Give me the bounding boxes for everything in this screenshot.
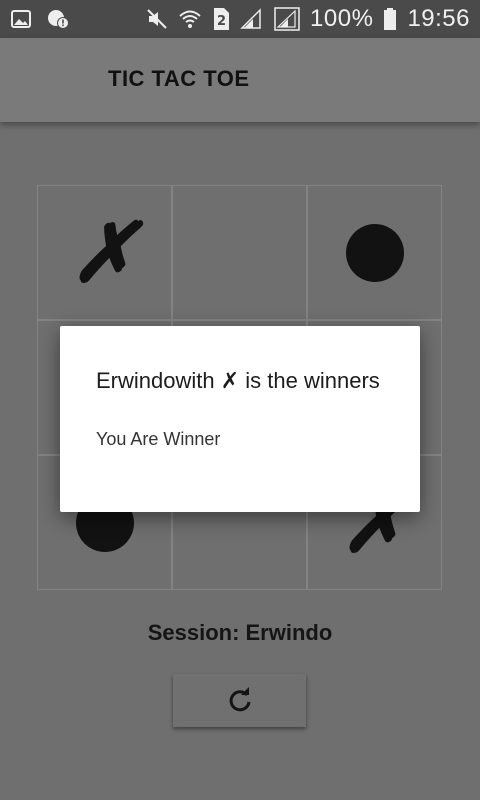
- x-mark: ✗: [70, 204, 139, 301]
- page-title: TIC TAC TOE: [108, 66, 250, 91]
- refresh-icon: [226, 686, 254, 715]
- app-bar: TIC TAC TOE: [0, 38, 480, 122]
- signal-icon: [274, 7, 300, 31]
- winner-dialog: Erwindowith ✗ is the winners You Are Win…: [60, 326, 420, 512]
- battery-icon: [383, 7, 397, 31]
- location-alert-icon: [46, 8, 70, 30]
- o-mark: [345, 223, 404, 282]
- sim-2-icon: 2: [212, 7, 230, 31]
- dialog-message: You Are Winner: [96, 429, 221, 449]
- mute-icon: [146, 8, 168, 30]
- wifi-icon: [178, 8, 202, 30]
- clock: 19:56: [407, 5, 470, 32]
- sim-slot-number: 2: [217, 14, 226, 29]
- signal-icon: [240, 8, 264, 30]
- status-bar: 2 100% 19:56: [0, 0, 480, 38]
- reset-button[interactable]: [173, 674, 306, 727]
- battery-percent: 100%: [310, 5, 374, 32]
- gallery-icon: [10, 8, 32, 30]
- board-cell[interactable]: [172, 185, 307, 320]
- dialog-title: Erwindowith ✗ is the winners: [96, 368, 380, 393]
- board-cell[interactable]: ✗: [37, 185, 172, 320]
- board-cell[interactable]: [307, 185, 442, 320]
- session-label: Session: Erwindo: [147, 620, 333, 645]
